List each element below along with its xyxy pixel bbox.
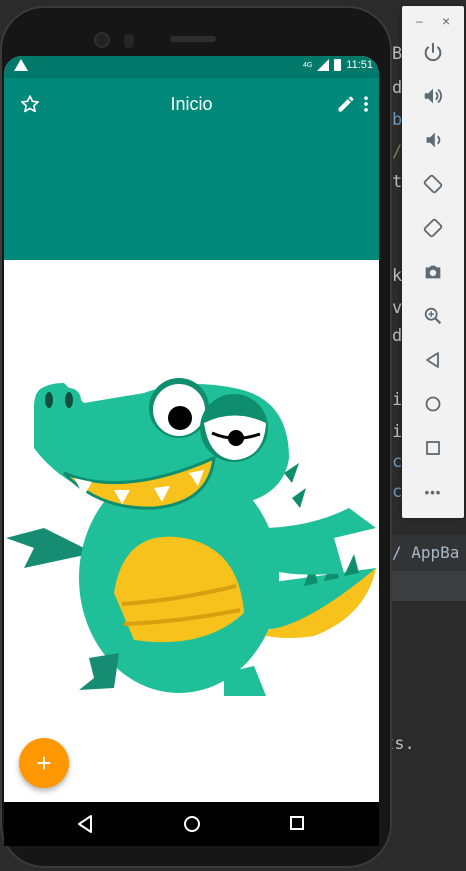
page-title: Inicio: [170, 94, 213, 114]
back-nav-icon[interactable]: [76, 814, 94, 834]
rotate-left-button[interactable]: [402, 164, 464, 204]
zoom-button[interactable]: [402, 296, 464, 336]
ide-code-fragment: i: [392, 390, 403, 410]
add-fab-button[interactable]: +: [19, 738, 69, 788]
emulator-home-button[interactable]: [402, 384, 464, 424]
close-button[interactable]: ×: [442, 13, 450, 29]
overview-nav-icon[interactable]: [288, 814, 306, 832]
battery-icon: [334, 59, 342, 71]
zoom-icon: [424, 307, 442, 325]
ide-breadcrumb-bar: / AppBa: [380, 535, 466, 571]
emulator-overview-button[interactable]: [402, 428, 464, 468]
ide-code-fragment: /: [392, 142, 403, 162]
status-right: 4G 11:51: [303, 59, 373, 71]
ide-code-fragment: k: [392, 266, 403, 286]
power-button[interactable]: [402, 32, 464, 72]
rotate-right-button[interactable]: [402, 208, 464, 248]
ide-code-fragment: d: [392, 78, 403, 98]
back-icon: [426, 352, 439, 368]
ide-code-fragment: v: [392, 298, 403, 318]
volume-down-icon: [426, 132, 441, 148]
home-icon: [425, 396, 441, 412]
rotate-left-icon: [423, 174, 443, 194]
volume-up-button[interactable]: [402, 76, 464, 116]
overview-icon: [426, 441, 440, 455]
camera-sensor: [124, 34, 134, 48]
edit-icon[interactable]: [336, 94, 356, 114]
status-time: 11:51: [346, 59, 373, 71]
rotate-right-icon: [423, 218, 443, 238]
screenshot-button[interactable]: [402, 252, 464, 292]
power-icon: [424, 42, 442, 62]
signal-icon: [317, 59, 330, 71]
camera-icon: [425, 265, 441, 279]
app-bar: Inicio: [4, 78, 379, 260]
ide-tab-strip: [380, 571, 466, 601]
ide-code-fragment: i: [392, 422, 403, 442]
ide-code-fragment: b: [392, 110, 403, 130]
crocodile-illustration: [6, 378, 376, 696]
network-type: 4G: [302, 61, 313, 69]
ide-code-fragment: t: [392, 172, 403, 192]
ide-code-fragment: c: [392, 452, 403, 472]
emulator-back-button[interactable]: [402, 340, 464, 380]
status-bar: 4G 11:51: [4, 56, 379, 78]
earpiece-speaker: [170, 36, 216, 42]
more-button[interactable]: •••: [402, 472, 464, 512]
front-camera: [94, 32, 110, 48]
ide-code-fragment: B: [392, 44, 403, 64]
ide-code-fragment: c: [392, 482, 403, 502]
ide-breadcrumb[interactable]: / AppBa: [392, 543, 459, 562]
overflow-menu-icon[interactable]: [362, 94, 370, 114]
warning-icon: [14, 59, 28, 71]
home-nav-icon[interactable]: [182, 814, 202, 834]
volume-down-button[interactable]: [402, 120, 464, 160]
system-nav-bar: [4, 802, 379, 846]
ide-code-fragment: d: [392, 326, 403, 346]
device-screen: 4G 11:51 Inicio +: [4, 56, 379, 846]
emulator-control-panel: – × •••: [402, 6, 464, 518]
volume-up-icon: [424, 88, 442, 104]
minimize-button[interactable]: –: [416, 14, 423, 28]
